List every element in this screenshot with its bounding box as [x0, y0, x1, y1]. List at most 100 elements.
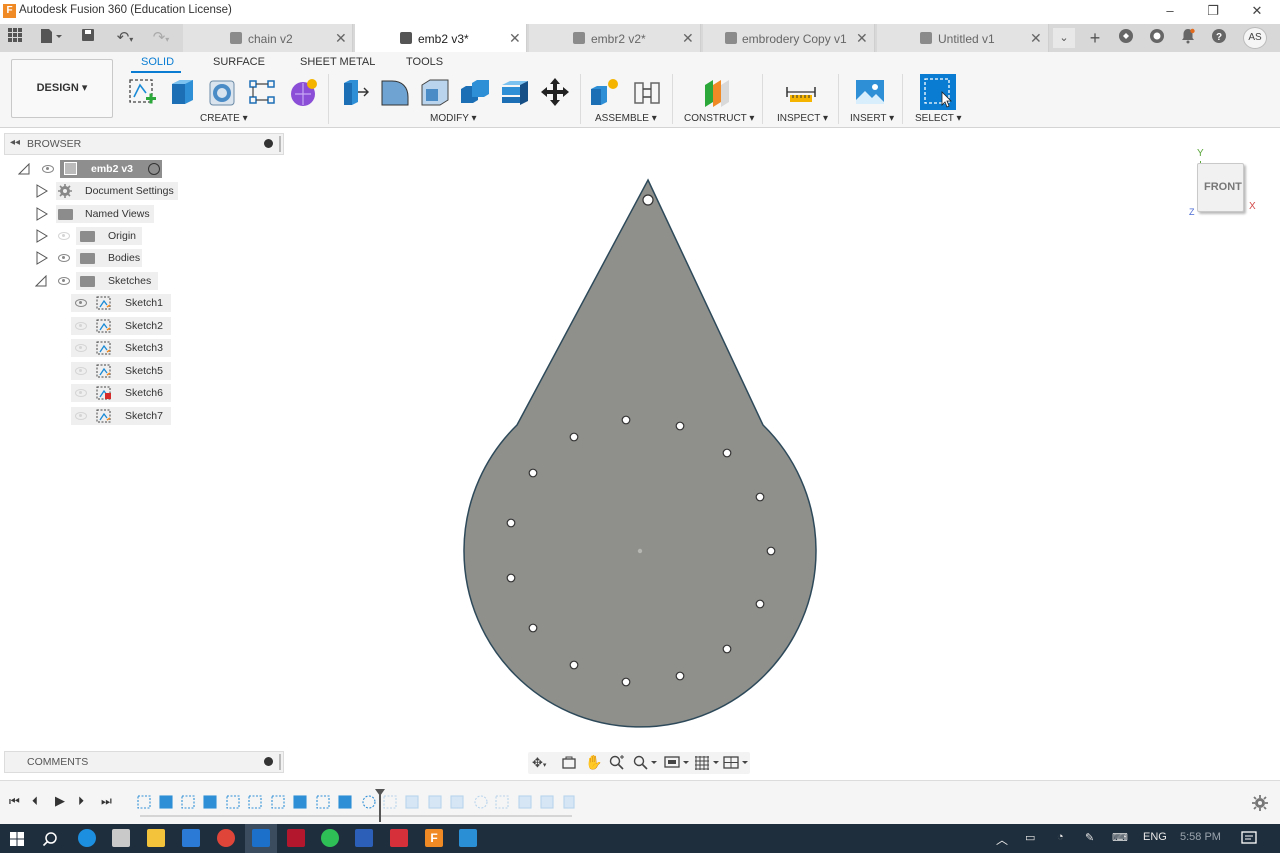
- new-component-icon[interactable]: [588, 75, 622, 109]
- timeline-sketch-icon[interactable]: [226, 795, 240, 809]
- insert-image-icon[interactable]: [853, 75, 887, 109]
- outlook-icon[interactable]: [252, 829, 270, 847]
- notification-center-icon[interactable]: [1241, 831, 1257, 846]
- construct-group-label[interactable]: CONSTRUCT ▾: [684, 113, 754, 124]
- visibility-eye-icon[interactable]: [58, 232, 70, 240]
- close-icon[interactable]: ✕: [1030, 30, 1042, 47]
- sketch-item-sketch7[interactable]: Sketch7: [71, 407, 171, 425]
- hole-point[interactable]: [506, 573, 516, 583]
- display-settings-icon[interactable]: [664, 755, 690, 771]
- browser-item-document-settings[interactable]: Document Settings: [34, 182, 184, 200]
- viewcube[interactable]: Y FRONT X Z: [1185, 148, 1260, 223]
- tab-surface[interactable]: SURFACE: [213, 56, 265, 68]
- create-form-icon[interactable]: [286, 75, 320, 109]
- visibility-eye-icon[interactable]: [75, 322, 87, 330]
- timeline-extrude-icon[interactable]: [338, 795, 352, 809]
- comments-panel[interactable]: COMMENTS: [4, 751, 284, 773]
- visibility-eye-icon[interactable]: [75, 389, 87, 397]
- model-viewport[interactable]: [440, 170, 840, 740]
- hole-point[interactable]: [506, 518, 516, 528]
- timeline-sketch-icon[interactable]: [271, 795, 285, 809]
- close-icon[interactable]: ✕: [682, 30, 694, 47]
- tab-overflow-chevron-icon[interactable]: ⌄: [1053, 28, 1075, 48]
- hole-point[interactable]: [528, 468, 538, 478]
- undo-icon[interactable]: ↶▾: [110, 28, 140, 48]
- visibility-eye-icon[interactable]: [75, 412, 87, 420]
- browser-item-sketches[interactable]: Sketches: [34, 272, 184, 290]
- file-explorer-icon[interactable]: [147, 829, 165, 847]
- tab-embrodery-copy-v1[interactable]: embrodery Copy v1 ✕: [703, 24, 875, 52]
- clock[interactable]: 5:58 PM: [1180, 831, 1221, 843]
- timeline-suppressed-extrude-icon[interactable]: [450, 795, 464, 809]
- word-icon[interactable]: [355, 829, 373, 847]
- collapse-triangle-icon[interactable]: [35, 275, 47, 287]
- tray-chevron-icon[interactable]: ︿: [996, 831, 1008, 848]
- keyboard-icon[interactable]: ⌨: [1112, 831, 1128, 844]
- timeline-sketch-icon[interactable]: [316, 795, 330, 809]
- timeline-suppressed-pattern-icon[interactable]: [474, 795, 488, 809]
- hole-point[interactable]: [675, 671, 685, 681]
- hole-point[interactable]: [621, 415, 631, 425]
- extrude-icon[interactable]: [166, 75, 200, 109]
- whatsapp-icon[interactable]: [321, 829, 339, 847]
- orbit-icon[interactable]: ✥▾: [532, 755, 546, 771]
- tab-emb2-v3[interactable]: emb2 v3* ✕: [355, 24, 527, 52]
- add-comment-icon[interactable]: [264, 757, 273, 766]
- expand-triangle-icon[interactable]: [36, 184, 48, 198]
- joint-icon[interactable]: [630, 75, 664, 109]
- timeline-suppressed-extrude-icon[interactable]: [428, 795, 442, 809]
- viewports-icon[interactable]: [723, 755, 749, 771]
- close-icon[interactable]: ✕: [335, 30, 347, 47]
- measure-icon[interactable]: [784, 75, 818, 109]
- chrome-icon[interactable]: [217, 829, 235, 847]
- sketch-item-sketch2[interactable]: Sketch2: [71, 317, 171, 335]
- photos-icon[interactable]: [459, 829, 477, 847]
- timeline-suppressed-extrude-icon[interactable]: [540, 795, 554, 809]
- close-icon[interactable]: ✕: [509, 30, 521, 47]
- teardrop-body[interactable]: [463, 178, 817, 728]
- timeline-suppressed-extrude-icon[interactable]: [563, 795, 575, 809]
- help-icon[interactable]: ?: [1208, 28, 1230, 48]
- app-red-icon[interactable]: [287, 829, 305, 847]
- inspect-group-label[interactable]: INSPECT ▾: [777, 113, 828, 124]
- tab-sheet-metal[interactable]: SHEET METAL: [300, 56, 375, 68]
- split-body-icon[interactable]: [498, 75, 532, 109]
- panel-resize-handle[interactable]: [279, 754, 281, 770]
- sketch-item-sketch3[interactable]: Sketch3: [71, 339, 171, 357]
- close-icon[interactable]: ✕: [856, 30, 868, 47]
- job-status-icon[interactable]: [1146, 28, 1168, 48]
- visibility-eye-icon[interactable]: [58, 277, 70, 285]
- timeline-features[interactable]: [136, 793, 576, 813]
- visibility-eye-icon[interactable]: [58, 254, 70, 262]
- browser-item-bodies[interactable]: Bodies: [34, 249, 184, 267]
- assemble-group-label[interactable]: ASSEMBLE ▾: [595, 113, 657, 124]
- expand-triangle-icon[interactable]: [36, 207, 48, 221]
- file-menu-icon[interactable]: [36, 28, 66, 48]
- windows-start-icon[interactable]: [10, 832, 24, 846]
- user-avatar[interactable]: AS: [1243, 27, 1267, 49]
- hole-point[interactable]: [755, 492, 765, 502]
- create-group-label[interactable]: CREATE ▾: [200, 113, 248, 124]
- sketch-item-sketch1[interactable]: Sketch1: [71, 294, 171, 312]
- timeline-extrude-icon[interactable]: [159, 795, 173, 809]
- step-back-icon[interactable]: ⏴: [32, 794, 38, 809]
- hole-point[interactable]: [621, 677, 631, 687]
- restore-button[interactable]: ❐: [1198, 2, 1228, 20]
- pen-icon[interactable]: ✎: [1085, 831, 1094, 844]
- workspace-switcher-button[interactable]: DESIGN ▾: [11, 59, 113, 118]
- pan-hand-icon[interactable]: ✋: [585, 754, 602, 771]
- search-icon[interactable]: [42, 831, 58, 847]
- visibility-eye-icon[interactable]: [75, 367, 87, 375]
- browser-panel-header[interactable]: ◂◂ BROWSER: [4, 133, 284, 155]
- zoom-icon[interactable]: [609, 755, 625, 771]
- store-icon[interactable]: [112, 829, 130, 847]
- sketch-item-sketch5[interactable]: Sketch5: [71, 362, 171, 380]
- hole-point[interactable]: [642, 194, 654, 206]
- extensions-icon[interactable]: [1115, 28, 1137, 48]
- go-to-end-icon[interactable]: ⏭: [101, 794, 112, 809]
- tab-untitled-v1[interactable]: Untitled v1 ✕: [877, 24, 1049, 52]
- collapse-browser-icon[interactable]: ◂◂: [10, 137, 20, 148]
- pin-icon[interactable]: [264, 139, 273, 148]
- timeline-pattern-icon[interactable]: [362, 795, 376, 809]
- play-icon[interactable]: ▶: [55, 793, 65, 809]
